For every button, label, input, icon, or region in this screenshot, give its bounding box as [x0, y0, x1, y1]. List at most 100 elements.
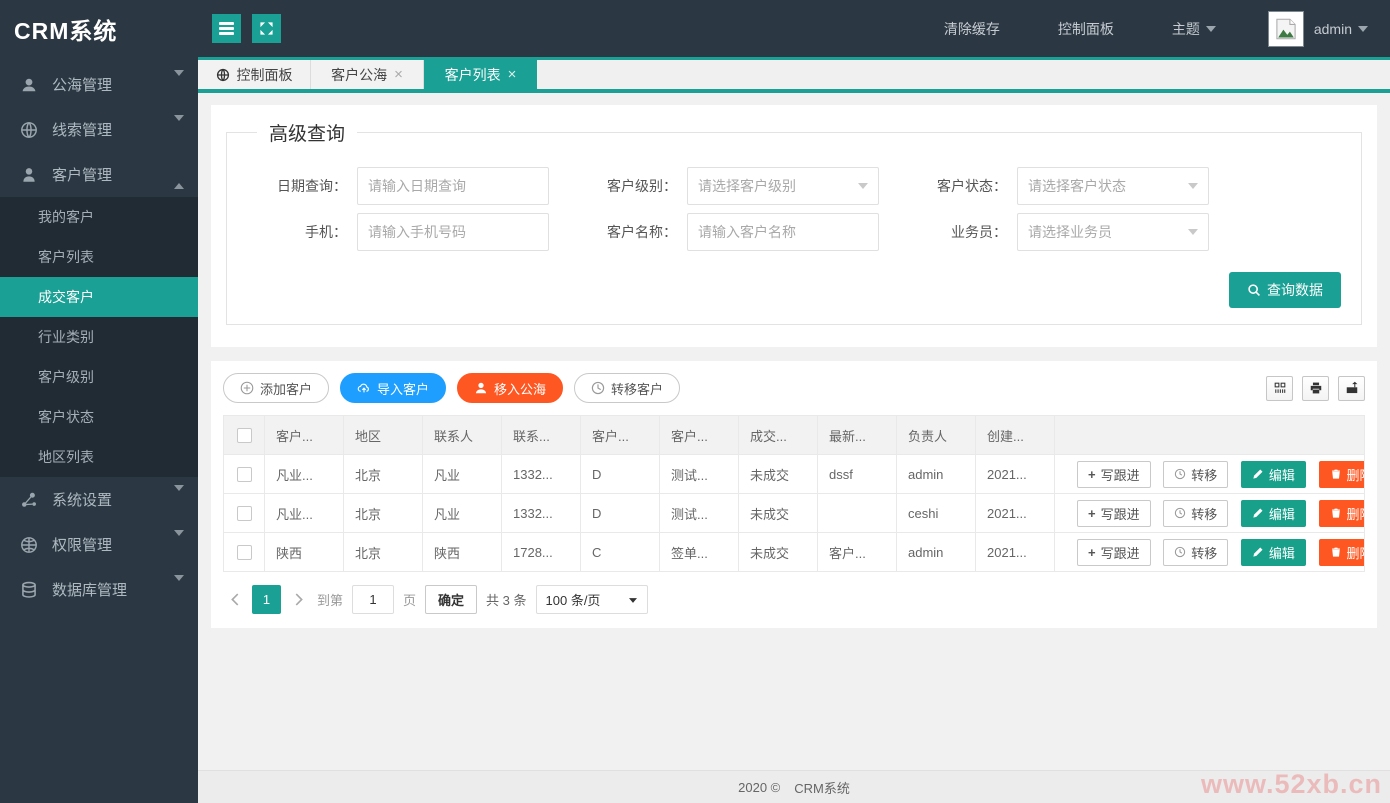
follow-up-button[interactable]: +写跟进	[1077, 461, 1151, 488]
print-button[interactable]	[1302, 376, 1329, 401]
query-actions: 查询数据	[247, 272, 1341, 308]
goto-confirm-button[interactable]: 确定	[425, 585, 477, 614]
collapse-menu-button[interactable]	[212, 14, 241, 43]
chevron-down-icon	[629, 598, 637, 607]
submenu-item-deal-customers[interactable]: 成交客户	[0, 277, 198, 317]
chevron-down-icon	[1206, 26, 1216, 37]
user-menu[interactable]: admin	[1314, 21, 1368, 37]
col-owner: 负责人	[897, 416, 976, 455]
submenu-item-my-customers[interactable]: 我的客户	[0, 197, 198, 237]
date-query-label: 日期查询：	[245, 176, 357, 196]
cell-owner: ceshi	[897, 494, 976, 533]
move-to-sea-button[interactable]: 移入公海	[457, 373, 563, 403]
sidebar-item-system-settings[interactable]: 系统设置	[0, 477, 198, 522]
tab-customer-list[interactable]: 客户列表 ×	[424, 60, 537, 89]
fullscreen-button[interactable]	[252, 14, 281, 43]
page-size-select[interactable]: 100 条/页	[536, 585, 648, 614]
row-checkbox[interactable]	[237, 506, 252, 521]
cell-owner: admin	[897, 455, 976, 494]
customer-status-select[interactable]: 请选择客户状态	[1017, 167, 1209, 205]
chevron-down-icon	[1188, 183, 1198, 194]
footer: 2020 © CRM系统 www.52xb.cn	[198, 770, 1390, 803]
chevron-down-icon	[858, 183, 868, 194]
query-button-label: 查询数据	[1267, 280, 1323, 300]
next-page-button[interactable]	[290, 586, 308, 614]
table-header-row: 客户... 地区 联系人 联系... 客户... 客户... 成交... 最新.…	[224, 416, 1365, 455]
salesman-label: 业务员：	[905, 222, 1017, 242]
tab-customer-sea[interactable]: 客户公海 ×	[311, 60, 424, 89]
follow-up-label: 写跟进	[1101, 465, 1140, 484]
customer-table-panel: 添加客户 导入客户 移入公海 转移客户	[211, 361, 1377, 628]
clear-cache-link[interactable]: 清除缓存	[944, 19, 1000, 39]
salesman-select[interactable]: 请选择业务员	[1017, 213, 1209, 251]
sidebar-item-database[interactable]: 数据库管理	[0, 567, 198, 612]
row-checkbox[interactable]	[237, 467, 252, 482]
cell-latest: dssf	[818, 455, 897, 494]
chevron-down-icon	[174, 76, 184, 93]
sidebar-item-permissions[interactable]: 权限管理	[0, 522, 198, 567]
row-transfer-label: 转移	[1191, 465, 1217, 484]
page-number-button[interactable]: 1	[252, 585, 281, 614]
sidebar-item-customers[interactable]: 客户管理	[0, 152, 198, 197]
avatar[interactable]	[1268, 11, 1304, 47]
cell-created: 2021...	[976, 533, 1055, 572]
cell-contact-phone: 1332...	[502, 494, 581, 533]
columns-toggle-button[interactable]	[1266, 376, 1293, 401]
close-icon[interactable]: ×	[394, 67, 403, 82]
control-panel-link[interactable]: 控制面板	[1058, 19, 1114, 39]
close-icon[interactable]: ×	[508, 67, 517, 82]
date-query-input[interactable]	[357, 167, 549, 205]
follow-up-button[interactable]: +写跟进	[1077, 539, 1151, 566]
tab-control-panel[interactable]: 控制面板	[198, 60, 311, 89]
customer-level-select[interactable]: 请选择客户级别	[687, 167, 879, 205]
edit-button[interactable]: 编辑	[1241, 461, 1306, 488]
add-customer-button[interactable]: 添加客户	[223, 373, 329, 403]
delete-button[interactable]: 删除	[1319, 500, 1365, 527]
tab-label: 客户列表	[445, 65, 501, 85]
edit-button[interactable]: 编辑	[1241, 539, 1306, 566]
submenu-item-customer-list[interactable]: 客户列表	[0, 237, 198, 277]
export-button[interactable]	[1338, 376, 1365, 401]
submenu-item-industry[interactable]: 行业类别	[0, 317, 198, 357]
delete-button[interactable]: 删除	[1319, 461, 1365, 488]
submenu-item-customer-status[interactable]: 客户状态	[0, 397, 198, 437]
copyright-app: CRM系统	[794, 778, 850, 797]
table-tool-icons	[1266, 376, 1365, 401]
row-transfer-button[interactable]: 转移	[1163, 500, 1228, 527]
select-placeholder: 请选择客户状态	[1028, 176, 1126, 196]
select-all-checkbox[interactable]	[237, 428, 252, 443]
phone-input[interactable]	[357, 213, 549, 251]
edit-button[interactable]: 编辑	[1241, 500, 1306, 527]
goto-page-input[interactable]	[352, 585, 394, 614]
theme-menu[interactable]: 主题	[1172, 19, 1216, 39]
chevron-right-icon	[295, 593, 304, 606]
page-size-value: 100 条/页	[546, 590, 601, 609]
submenu-item-customer-level[interactable]: 客户级别	[0, 357, 198, 397]
prev-page-button[interactable]	[225, 586, 243, 614]
cell-customer-name: 陕西	[265, 533, 344, 572]
tabbar: 控制面板 客户公海 × 客户列表 ×	[198, 60, 1390, 93]
delete-button[interactable]: 删除	[1319, 539, 1365, 566]
query-data-button[interactable]: 查询数据	[1229, 272, 1341, 308]
transfer-customer-button[interactable]: 转移客户	[574, 373, 680, 403]
trash-icon	[1330, 546, 1342, 558]
customer-name-input[interactable]	[687, 213, 879, 251]
col-region: 地区	[344, 416, 423, 455]
sidebar-item-public-sea[interactable]: 公海管理	[0, 62, 198, 107]
row-checkbox[interactable]	[237, 545, 252, 560]
sidebar-item-leads[interactable]: 线索管理	[0, 107, 198, 152]
customers-submenu: 我的客户 客户列表 成交客户 行业类别 客户级别 客户状态 地区列表	[0, 197, 198, 477]
table-row: 凡业... 北京 凡业 1332... D 测试... 未成交 dssf adm…	[224, 455, 1365, 494]
row-transfer-button[interactable]: 转移	[1163, 539, 1228, 566]
cell-customer-name: 凡业...	[265, 494, 344, 533]
import-customer-button[interactable]: 导入客户	[340, 373, 446, 403]
pencil-icon	[1252, 468, 1264, 480]
row-transfer-label: 转移	[1191, 543, 1217, 562]
submenu-item-region-list[interactable]: 地区列表	[0, 437, 198, 477]
cell-contact-phone: 1728...	[502, 533, 581, 572]
chevron-left-icon	[230, 593, 239, 606]
row-transfer-button[interactable]: 转移	[1163, 461, 1228, 488]
watermark: www.52xb.cn	[1201, 769, 1382, 800]
follow-up-label: 写跟进	[1101, 543, 1140, 562]
follow-up-button[interactable]: +写跟进	[1077, 500, 1151, 527]
